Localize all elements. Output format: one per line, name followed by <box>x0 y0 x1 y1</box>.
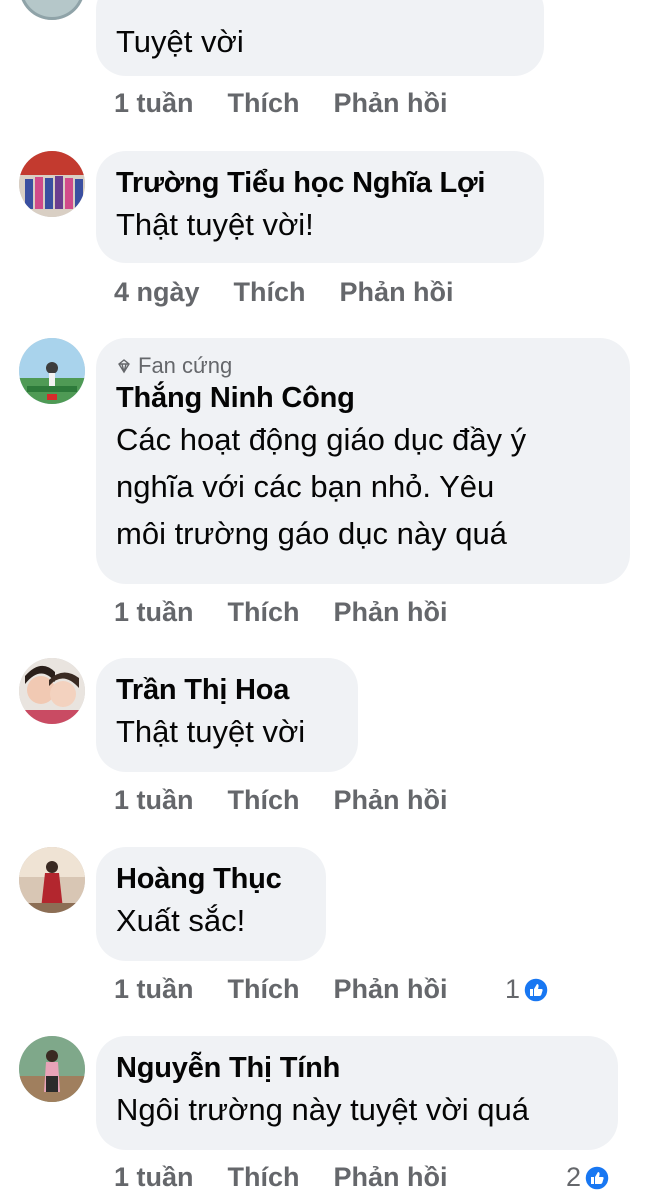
like-reaction-icon <box>523 976 549 1003</box>
reply-button[interactable]: Phản hồi <box>334 88 448 119</box>
comment-text: Thật tuyệt vời! <box>116 207 314 242</box>
avatar[interactable] <box>19 338 85 404</box>
comment-actions: 1 tuần Thích Phản hồi <box>114 88 448 119</box>
like-button[interactable]: Thích <box>228 974 300 1005</box>
fan-badge: Fan cứng <box>116 352 608 380</box>
comment-text-line: Các hoạt động giáo dục đầy ý <box>116 422 527 457</box>
avatar[interactable] <box>19 658 85 724</box>
comment-bubble: Trần Thị Hoa Thật tuyệt vời <box>96 658 358 772</box>
reply-button[interactable]: Phản hồi <box>334 974 448 1005</box>
reaction-count: 1 <box>505 974 521 1004</box>
comment-text: Thật tuyệt vời <box>116 714 306 749</box>
like-button[interactable]: Thích <box>234 277 306 308</box>
timestamp[interactable]: 1 tuần <box>114 974 194 1005</box>
comment-bubble: Trường Tiểu học Nghĩa Lợi Thật tuyệt vời… <box>96 151 544 263</box>
comment-text-line: môi trường gáo dục này quá <box>116 516 507 551</box>
comment-bubble: Tuyệt vời <box>96 0 544 76</box>
reaction-count: 2 <box>566 1162 582 1192</box>
badge-label: Fan cứng <box>138 353 233 378</box>
comment-bubble: Fan cứng Thắng Ninh Công Các hoạt động g… <box>96 338 630 584</box>
like-button[interactable]: Thích <box>228 1162 300 1193</box>
reply-button[interactable]: Phản hồi <box>340 277 454 308</box>
timestamp[interactable]: 1 tuần <box>114 88 194 119</box>
comment-bubble: Hoàng Thục Xuất sắc! <box>96 847 326 961</box>
reaction-summary[interactable]: 2 <box>566 1162 610 1193</box>
avatar[interactable] <box>19 0 85 20</box>
comment-text: Xuất sắc! <box>116 903 246 938</box>
author-name[interactable]: Nguyễn Thị Tính <box>116 1050 596 1086</box>
timestamp[interactable]: 1 tuần <box>114 597 194 628</box>
reaction-summary[interactable]: 1 <box>505 974 549 1005</box>
comment-actions: 1 tuần Thích Phản hồi <box>114 974 448 1005</box>
timestamp[interactable]: 1 tuần <box>114 1162 194 1193</box>
reply-button[interactable]: Phản hồi <box>334 785 448 816</box>
comment-actions: 1 tuần Thích Phản hồi <box>114 785 448 816</box>
like-button[interactable]: Thích <box>228 88 300 119</box>
comment-text-line: nghĩa với các bạn nhỏ. Yêu <box>116 469 495 504</box>
comment-text: Ngôi trường này tuyệt vời quá <box>116 1092 529 1127</box>
avatar[interactable] <box>19 1036 85 1102</box>
author-name[interactable]: Trần Thị Hoa <box>116 672 336 708</box>
comment-text: Tuyệt vời <box>116 24 244 59</box>
reply-button[interactable]: Phản hồi <box>334 1162 448 1193</box>
author-name[interactable]: Thắng Ninh Công <box>116 380 608 416</box>
like-button[interactable]: Thích <box>228 597 300 628</box>
avatar[interactable] <box>19 151 85 217</box>
avatar[interactable] <box>19 847 85 913</box>
author-name[interactable]: Hoàng Thục <box>116 861 304 897</box>
like-button[interactable]: Thích <box>228 785 300 816</box>
author-name[interactable]: Trường Tiểu học Nghĩa Lợi <box>116 165 522 201</box>
like-reaction-icon <box>584 1164 610 1191</box>
timestamp[interactable]: 1 tuần <box>114 785 194 816</box>
diamond-icon <box>118 359 130 374</box>
comment-bubble: Nguyễn Thị Tính Ngôi trường này tuyệt vờ… <box>96 1036 618 1150</box>
timestamp[interactable]: 4 ngày <box>114 277 200 308</box>
reply-button[interactable]: Phản hồi <box>334 597 448 628</box>
comment-actions: 1 tuần Thích Phản hồi <box>114 597 448 628</box>
comment-actions: 1 tuần Thích Phản hồi <box>114 1162 448 1193</box>
comment-actions: 4 ngày Thích Phản hồi <box>114 277 454 308</box>
